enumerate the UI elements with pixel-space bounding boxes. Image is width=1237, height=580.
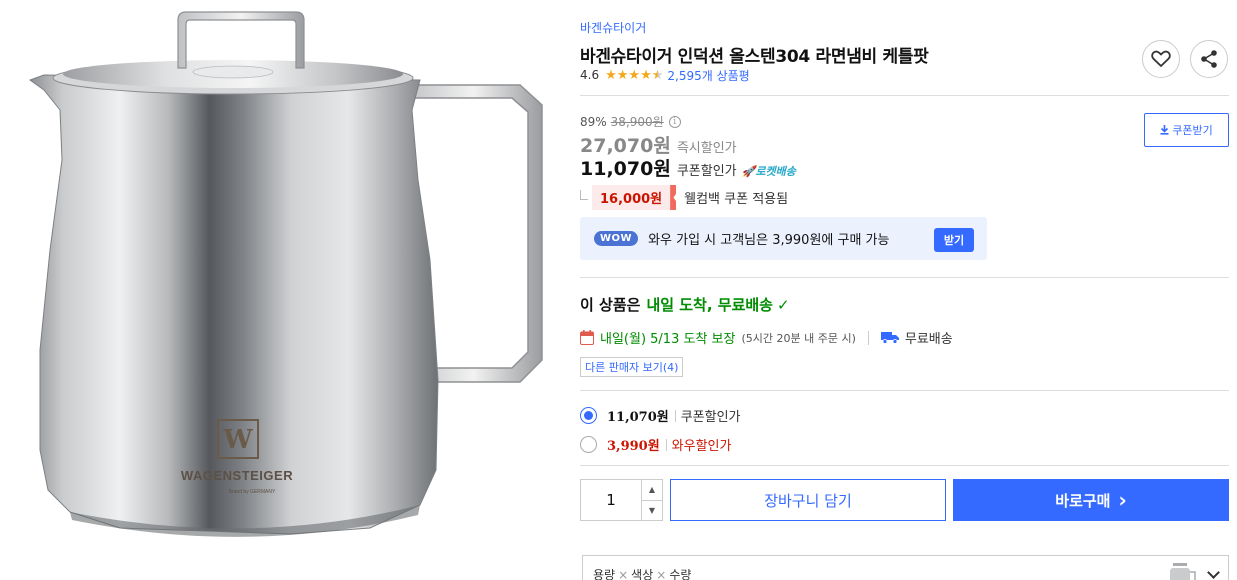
delivery-cutoff-note: (5시간 20분 내 주문 시): [741, 331, 856, 345]
product-title: 바겐슈타이거 인덕션 올스텐304 라면냄비 케틀팟: [580, 47, 929, 67]
option-label: 쿠폰할인가: [680, 410, 741, 425]
coupon-price-row: 11,070원 쿠폰할인가 🚀로켓배송: [580, 154, 796, 181]
star-icon: ★: [605, 67, 617, 83]
option-thumbnail: [1170, 563, 1196, 580]
option-part-quantity: 수량: [669, 568, 692, 580]
rating-value: 4.6: [580, 68, 600, 82]
divider: [580, 95, 1229, 96]
share-button[interactable]: [1190, 40, 1228, 78]
divider: [580, 277, 1229, 278]
product-logo-sub: Brand by GERMANY: [229, 489, 276, 495]
download-icon: [1160, 125, 1169, 135]
add-to-cart-button[interactable]: 장바구니 담기: [670, 479, 946, 521]
quantity-up-icon[interactable]: ▲: [642, 480, 662, 501]
info-icon[interactable]: i: [668, 115, 681, 128]
svg-text:W: W: [222, 425, 253, 455]
wow-membership-banner: WOW 와우 가입 시 고객님은 3,990원에 구매 가능 받기: [580, 217, 987, 260]
tree-connector: [580, 189, 588, 200]
divider: [580, 465, 1229, 466]
divider: [674, 409, 676, 422]
option-price: 11,070원: [607, 410, 669, 425]
wow-badge: WOW: [594, 231, 639, 246]
chevron-down-icon: [1207, 566, 1220, 579]
rocket-icon: 🚀: [741, 165, 756, 178]
option-selector[interactable]: 용량 × 색상 × 수량: [582, 555, 1229, 580]
review-count-link[interactable]: 2,595개 상품평: [667, 67, 749, 84]
arrival-prefix: 이 상품은: [580, 296, 641, 314]
product-info-panel: 바겐슈타이거 바겐슈타이거 인덕션 올스텐304 라면냄비 케틀팟 4.6 ★ …: [580, 0, 1229, 580]
wishlist-button[interactable]: [1142, 40, 1180, 78]
chevron-right-icon: ›: [1118, 488, 1127, 512]
buy-now-label: 바로구매: [1055, 491, 1111, 510]
radio-button-selected[interactable]: [580, 407, 597, 424]
option-part-color: 색상: [631, 568, 654, 580]
price-option-coupon[interactable]: 11,070원 쿠폰할인가: [580, 406, 741, 425]
price-option-wow[interactable]: 3,990원 와우할인가: [580, 435, 731, 454]
option-separator: ×: [656, 568, 667, 580]
welcome-coupon-text: 웰컴백 쿠폰 적용됨: [684, 192, 789, 207]
welcome-coupon-row: 16,000원 웰컴백 쿠폰 적용됨: [580, 185, 788, 210]
discount-rate: 89%: [580, 114, 607, 129]
kettle-product-image: W WAGENSTEIGER Brand by GERMANY: [28, 11, 543, 537]
delivery-row: 내일(월) 5/13 도착 보장 (5시간 20분 내 주문 시) 무료배송: [580, 328, 953, 347]
option-price: 3,990원: [607, 439, 660, 454]
delivery-date: 내일(월) 5/13 도착 보장: [600, 332, 736, 347]
quantity-down-icon[interactable]: ▼: [642, 501, 662, 521]
calendar-icon: [580, 330, 594, 345]
divider: [665, 438, 667, 451]
option-label: 와우할인가: [671, 439, 732, 454]
radio-button[interactable]: [580, 436, 597, 453]
discount-row: 89% 38,900원 i: [580, 113, 681, 130]
quantity-input[interactable]: 1: [581, 480, 641, 520]
star-icon: ★: [628, 67, 641, 83]
truck-icon: [880, 332, 899, 344]
other-sellers-button[interactable]: 다른 판매자 보기(4): [580, 357, 684, 377]
rocket-label: 로켓배송: [755, 165, 796, 178]
check-icon: ✓: [776, 295, 790, 314]
option-part-capacity: 용량: [593, 568, 616, 580]
share-icon: [1201, 50, 1217, 68]
quantity-stepper[interactable]: 1 ▲ ▼: [580, 479, 663, 521]
rocket-delivery-badge: 🚀로켓배송: [742, 163, 796, 179]
star-rating: ★ ★ ★ ★ ★: [605, 69, 663, 82]
star-icon: ★: [616, 67, 629, 83]
coupon-price: 11,070원: [580, 158, 671, 180]
half-star-icon: ★: [651, 67, 664, 83]
arrival-highlight: 내일 도착, 무료배송: [646, 296, 773, 314]
heart-icon: [1151, 50, 1171, 67]
arrival-headline: 이 상품은 내일 도착, 무료배송 ✓: [580, 294, 790, 315]
welcome-coupon-amount: 16,000원: [592, 185, 671, 210]
divider: [867, 330, 869, 345]
product-image[interactable]: W WAGENSTEIGER Brand by GERMANY: [0, 0, 570, 580]
buy-now-button[interactable]: 바로구매 ›: [953, 479, 1229, 521]
divider: [580, 390, 1229, 391]
brand-link[interactable]: 바겐슈타이거: [580, 19, 646, 36]
coupon-download-button[interactable]: 쿠폰받기: [1144, 113, 1229, 147]
free-shipping-label: 무료배송: [904, 332, 953, 347]
coupon-download-label: 쿠폰받기: [1172, 124, 1213, 137]
option-separator: ×: [618, 568, 629, 580]
coupon-price-label: 쿠폰할인가: [676, 164, 737, 179]
wow-receive-button[interactable]: 받기: [934, 228, 974, 252]
quantity-arrows: ▲ ▼: [641, 480, 662, 520]
rating-row: 4.6 ★ ★ ★ ★ ★ 2,595개 상품평: [580, 67, 750, 83]
original-price: 38,900원: [610, 115, 664, 129]
wow-text: 와우 가입 시 고객님은 3,990원에 구매 가능: [648, 233, 890, 248]
product-logo-text: WAGENSTEIGER: [181, 468, 293, 483]
star-icon: ★: [640, 67, 652, 83]
